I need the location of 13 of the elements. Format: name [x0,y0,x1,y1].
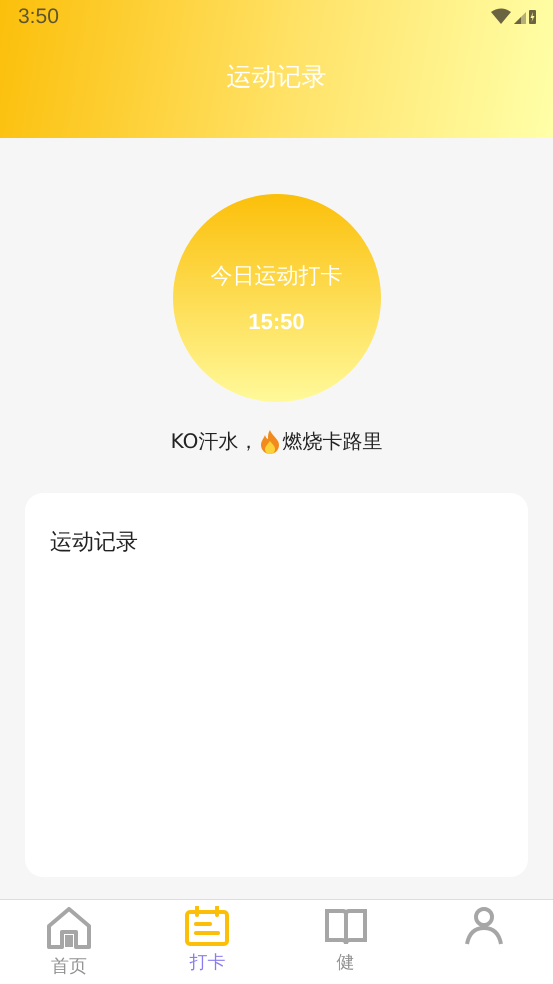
flame-icon [260,430,280,454]
tab[interactable]: 首页 [0,900,138,984]
home-icon [46,906,92,950]
calendar-icon [184,906,230,946]
tab[interactable]: 健 [276,900,415,984]
tab[interactable]: 打卡 [138,900,276,984]
status-icons [491,8,537,26]
slogan-text: KO汗水， [170,428,258,455]
page-title: 运动记录 [226,61,326,93]
card-title: 运动记录 [50,529,139,557]
slogan-text: 燃烧卡路里 [282,428,382,455]
status-time: 3:50 [18,5,59,29]
book-icon [324,906,368,946]
